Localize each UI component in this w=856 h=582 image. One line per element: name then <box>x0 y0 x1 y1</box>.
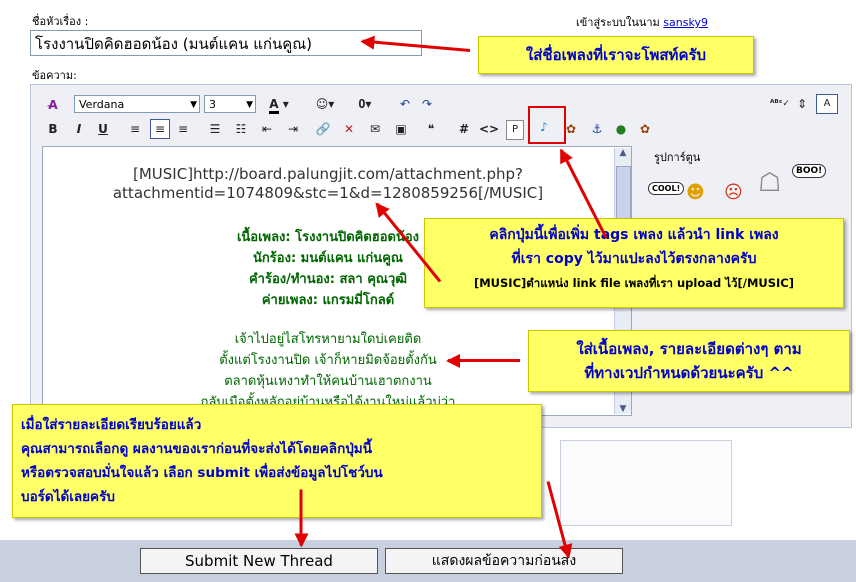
underline-button[interactable]: U <box>96 120 110 138</box>
username-link[interactable]: sansky9 <box>663 16 708 29</box>
insert-email-icon[interactable]: ✉ <box>366 120 384 138</box>
align-left-icon[interactable]: ≡ <box>126 120 144 138</box>
html-button[interactable]: <> <box>478 120 500 138</box>
lyrics-tip-line: ที่ทางเวปกำหนดด้วยนะครับ ^^ <box>584 364 794 382</box>
switch-mode-icon[interactable]: A <box>816 94 838 114</box>
scroll-up-icon[interactable]: ▲ <box>615 148 631 162</box>
music-tag-line1: [MUSIC]http://board.palungjit.com/attach… <box>133 165 523 183</box>
undo-icon[interactable]: ↶ <box>396 95 414 113</box>
video-icon[interactable]: ✿ <box>562 120 580 138</box>
font-select[interactable]: Verdana ▼ <box>74 95 200 113</box>
tags-tip-line: [MUSIC]ตำแหน่ง link file เพลงที่เรา uplo… <box>473 276 794 290</box>
lyrics-tip-line: ใส่เนื้อเพลง, รายละเอียดต่างๆ ตาม <box>576 340 802 358</box>
smiley-button[interactable]: ☺▾ <box>310 95 340 113</box>
smilies-title: รูปการ์ตูน <box>654 151 701 164</box>
boo-smiley[interactable]: BOO! <box>792 164 827 178</box>
lyrics-tip-callout: ใส่เนื้อเพลง, รายละเอียดต่างๆ ตาม ที่ทาง… <box>528 330 850 392</box>
code-button[interactable]: # <box>456 120 472 138</box>
cool-smiley[interactable]: COOL! <box>648 182 685 195</box>
submit-tip-line: คุณสามารถเลือกดู ผลงานของเราก่อนที่จะส่ง… <box>21 441 372 457</box>
submit-tip-line: หรือตรวจสอบมั่นใจแล้ว เลือก submit เพื่อ… <box>21 465 383 481</box>
logged-in-text: เข้าสู่ระบบในนาม sansky9 <box>576 13 708 31</box>
ordered-list-icon[interactable]: ☰ <box>206 120 224 138</box>
tags-tip-line: คลิกปุ่มนี้เพื่อเพิ่ม tags เพลง แล้วนำ l… <box>489 227 779 243</box>
indent-icon[interactable]: ⇥ <box>284 120 302 138</box>
align-right-icon[interactable]: ≡ <box>174 120 192 138</box>
options-box <box>560 440 732 526</box>
lyrics-arrow-icon <box>448 359 520 362</box>
title-tip-text: ใส่ชื่อเพลงที่เราจะโพสท์ครับ <box>525 46 707 64</box>
submit-tip-line: บอร์ดได้เลยครับ <box>21 489 115 505</box>
ghost-smiley-icon[interactable]: ☖ <box>758 168 781 198</box>
submit-button[interactable]: Submit New Thread <box>140 548 378 574</box>
angry-smiley-icon[interactable]: ☹ <box>724 182 743 203</box>
tags-tip-line: ที่เรา copy ไว้มาแปะลงไว้ตรงกลางครับ <box>511 251 757 267</box>
scroll-down-icon[interactable]: ▼ <box>615 404 631 414</box>
size-select[interactable]: 3 ▼ <box>204 95 256 113</box>
align-center-icon[interactable]: ≡ <box>150 119 170 139</box>
submit-tip-callout: เมื่อใส่รายละเอียดเรียบร้อยแล้ว คุณสามาร… <box>12 404 542 518</box>
thumbs-up-smiley-icon[interactable]: ☻ <box>686 182 705 203</box>
spellcheck-icon[interactable]: ᴬᴮᶜ✓ <box>770 95 790 113</box>
preview-button[interactable]: แสดงผลข้อความก่อนส่ง <box>385 548 623 574</box>
tags-tip-callout: คลิกปุ่มนี้เพื่อเพิ่ม tags เพลง แล้วนำ l… <box>424 218 844 308</box>
submit-tip-line: เมื่อใส่รายละเอียดเรียบร้อยแล้ว <box>21 417 202 433</box>
unordered-list-icon[interactable]: ☷ <box>232 120 250 138</box>
submit-arrow-icon <box>299 489 303 546</box>
flash-icon[interactable]: ● <box>612 120 630 138</box>
php-icon[interactable]: P <box>506 120 524 140</box>
title-tip-callout: ใส่ชื่อเพลงที่เราจะโพสท์ครับ <box>478 36 754 74</box>
text-color-button[interactable]: A ▾ <box>264 95 294 114</box>
music-tag-line2: attachmentid=1074809&stc=1&d=1280859256[… <box>112 184 544 202</box>
insert-link-icon[interactable]: 🔗 <box>314 120 332 138</box>
insert-image-icon[interactable]: ▣ <box>392 120 410 138</box>
resize-icon[interactable]: ⇕ <box>796 95 808 113</box>
title-label: ชื่อหัวเรื่อง : <box>32 15 89 28</box>
quote-icon[interactable]: ❝ <box>422 120 440 138</box>
message-label: ข้อความ: <box>32 69 77 82</box>
logged-in-label: เข้าสู่ระบบในนาม <box>576 16 660 29</box>
outdent-icon[interactable]: ⇤ <box>258 120 276 138</box>
attach-button[interactable]: 𝟎▾ <box>350 95 380 113</box>
redo-icon[interactable]: ↷ <box>418 95 436 113</box>
youtube-icon[interactable]: ✿ <box>636 120 654 138</box>
italic-button[interactable]: I <box>72 120 86 138</box>
music-button-highlight <box>528 106 566 144</box>
remove-format-icon[interactable]: A̶ <box>44 96 62 114</box>
anchor-icon[interactable]: ⚓ <box>588 120 606 138</box>
text-color-icon: A <box>269 97 279 114</box>
remove-link-icon[interactable]: ✕ <box>340 120 358 138</box>
bold-button[interactable]: B <box>46 120 60 138</box>
